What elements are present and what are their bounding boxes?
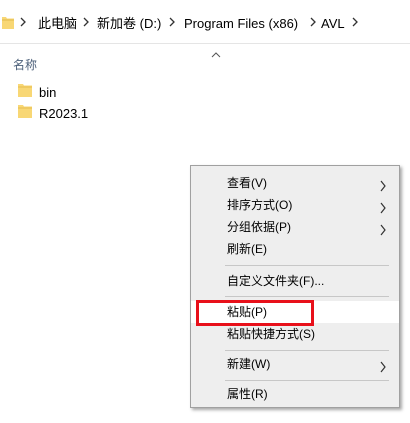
breadcrumb-program-files[interactable]: Program Files (x86) (184, 16, 298, 32)
menu-item-label: 排序方式(O) (227, 198, 293, 212)
menu-item-label: 刷新(E) (227, 242, 267, 256)
menu-item-view[interactable]: 查看(V) (191, 172, 399, 194)
menu-separator (225, 265, 389, 266)
context-menu: 查看(V) 排序方式(O) 分组依据(P) 刷新(E) 自定义文件夹(F)...… (190, 165, 400, 408)
folder-icon (18, 104, 32, 123)
chevron-right-icon[interactable] (350, 15, 360, 34)
menu-item-refresh[interactable]: 刷新(E) (191, 238, 399, 260)
breadcrumb-this-pc[interactable]: 此电脑 (38, 16, 77, 32)
menu-separator (225, 296, 389, 297)
list-item[interactable]: bin (18, 83, 56, 101)
column-header-name[interactable]: 名称 (13, 56, 37, 73)
menu-item-label: 自定义文件夹(F)... (227, 274, 325, 288)
chevron-right-icon[interactable] (167, 15, 177, 34)
menu-item-customize-folder[interactable]: 自定义文件夹(F)... (191, 270, 399, 292)
folder-icon (18, 83, 32, 102)
breadcrumb-avl[interactable]: AVL (321, 16, 345, 32)
menu-separator (225, 380, 389, 381)
folder-icon (2, 15, 14, 34)
address-bar[interactable]: 此电脑 新加卷 (D:) Program Files (x86) AVL (0, 0, 410, 44)
menu-item-paste-shortcut[interactable]: 粘贴快捷方式(S) (191, 323, 399, 345)
chevron-right-icon[interactable] (81, 15, 91, 34)
menu-item-sort[interactable]: 排序方式(O) (191, 194, 399, 216)
menu-item-properties[interactable]: 属性(R) (191, 383, 399, 405)
breadcrumb-drive-d[interactable]: 新加卷 (D:) (97, 16, 161, 32)
chevron-right-icon (379, 358, 387, 380)
chevron-right-icon[interactable] (308, 15, 318, 34)
menu-item-label: 粘贴快捷方式(S) (227, 327, 315, 341)
menu-item-new[interactable]: 新建(W) (191, 353, 399, 375)
menu-item-label: 查看(V) (227, 176, 267, 190)
menu-item-label: 新建(W) (227, 357, 271, 371)
sort-ascending-icon (211, 46, 221, 64)
list-item[interactable]: R2023.1 (18, 104, 88, 122)
menu-item-label: 分组依据(P) (227, 220, 291, 234)
chevron-right-icon[interactable] (18, 15, 28, 34)
file-name: bin (39, 84, 57, 100)
menu-item-label: 属性(R) (227, 387, 268, 401)
highlight-box (196, 300, 314, 326)
menu-item-group[interactable]: 分组依据(P) (191, 216, 399, 238)
menu-separator (225, 350, 389, 351)
file-name: R2023.1 (39, 105, 89, 121)
